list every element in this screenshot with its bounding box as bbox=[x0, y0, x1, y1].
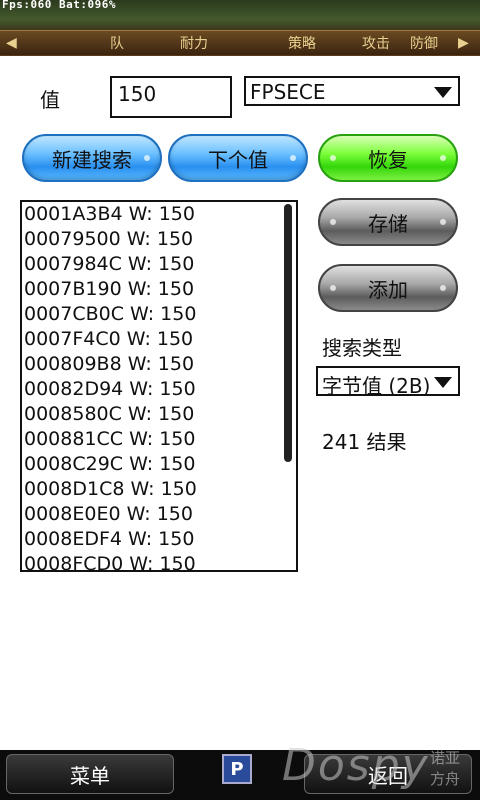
result-row[interactable]: 00082D94 W: 150 bbox=[22, 377, 296, 402]
result-row[interactable]: 000809B8 W: 150 bbox=[22, 352, 296, 377]
next-value-button[interactable]: 下个值 bbox=[168, 134, 308, 182]
result-row[interactable]: 0001A3B4 W: 150 bbox=[22, 202, 296, 227]
value-label: 值 bbox=[40, 88, 60, 112]
game-background-bar: Fps:060 Bat:096% ◀ 队 耐力 策略 攻击 防御 ▶ bbox=[0, 0, 480, 56]
game-menu-bar: ◀ 队 耐力 策略 攻击 防御 ▶ bbox=[0, 30, 480, 55]
store-button[interactable]: 存储 bbox=[318, 198, 458, 246]
result-row[interactable]: 0008EDF4 W: 150 bbox=[22, 527, 296, 552]
button-shine-icon bbox=[144, 155, 150, 161]
dropdown-arrow-icon bbox=[434, 87, 452, 98]
process-select[interactable]: FPSECE bbox=[244, 76, 460, 106]
fps-battery-readout: Fps:060 Bat:096% bbox=[2, 0, 116, 11]
next-value-label: 下个值 bbox=[208, 147, 268, 172]
button-shine-icon bbox=[330, 155, 336, 161]
button-shine-icon bbox=[290, 155, 296, 161]
menu-softkey[interactable]: 菜单 bbox=[6, 754, 174, 794]
new-search-button[interactable]: 新建搜索 bbox=[22, 134, 162, 182]
button-shine-icon bbox=[440, 155, 446, 161]
result-row[interactable]: 0007B190 W: 150 bbox=[22, 277, 296, 302]
right-arrow-icon[interactable]: ▶ bbox=[458, 35, 469, 51]
game-menu-item-defense[interactable]: 防御 bbox=[410, 33, 438, 53]
result-row[interactable]: 0007CB0C W: 150 bbox=[22, 302, 296, 327]
game-menu-item-stamina[interactable]: 耐力 bbox=[180, 33, 208, 53]
result-row[interactable]: 0008D1C8 W: 150 bbox=[22, 477, 296, 502]
watermark-line-1: 诺亚 bbox=[430, 749, 461, 767]
watermark-subtitle: 诺亚 方舟 bbox=[430, 748, 460, 790]
results-list[interactable]: 0001A3B4 W: 150 00079500 W: 150 0007984C W… bbox=[20, 200, 298, 572]
search-type-value: 字节值 (2B) bbox=[322, 374, 431, 398]
button-shine-icon bbox=[440, 285, 446, 291]
restore-label: 恢复 bbox=[368, 147, 408, 172]
process-select-value: FPSECE bbox=[250, 80, 326, 104]
result-row[interactable]: 0008FCD0 W: 150 bbox=[22, 552, 296, 570]
add-label: 添加 bbox=[368, 277, 408, 302]
result-row[interactable]: 0008580C W: 150 bbox=[22, 402, 296, 427]
add-button[interactable]: 添加 bbox=[318, 264, 458, 312]
value-input[interactable]: 150 bbox=[110, 76, 232, 118]
left-arrow-icon[interactable]: ◀ bbox=[6, 35, 17, 51]
app-p-icon[interactable]: P bbox=[222, 754, 252, 784]
store-label: 存储 bbox=[368, 211, 408, 236]
game-menu-item-team[interactable]: 队 bbox=[110, 33, 124, 53]
result-row[interactable]: 0008E0E0 W: 150 bbox=[22, 502, 296, 527]
search-type-select[interactable]: 字节值 (2B) bbox=[316, 366, 460, 398]
button-shine-icon bbox=[330, 219, 336, 225]
new-search-label: 新建搜索 bbox=[52, 147, 132, 172]
watermark-line-2: 方舟 bbox=[430, 770, 461, 788]
result-row[interactable]: 000881CC W: 150 bbox=[22, 427, 296, 452]
button-shine-icon bbox=[330, 285, 336, 291]
result-count: 241 结果 bbox=[322, 430, 407, 454]
result-row[interactable]: 0008C29C W: 150 bbox=[22, 452, 296, 477]
dropdown-arrow-icon bbox=[434, 377, 452, 388]
search-type-label: 搜索类型 bbox=[322, 336, 402, 360]
restore-button[interactable]: 恢复 bbox=[318, 134, 458, 182]
button-shine-icon bbox=[440, 219, 446, 225]
dospy-watermark: Dospy bbox=[282, 740, 430, 791]
result-row[interactable]: 0007984C W: 150 bbox=[22, 252, 296, 277]
result-row[interactable]: 0007F4C0 W: 150 bbox=[22, 327, 296, 352]
game-menu-item-strategy[interactable]: 策略 bbox=[288, 33, 316, 53]
memory-search-panel: 值 150 FPSECE 新建搜索 下个值 恢复 0001A3B4 W: 150… bbox=[0, 56, 480, 750]
result-row[interactable]: 00079500 W: 150 bbox=[22, 227, 296, 252]
results-scrollbar[interactable] bbox=[284, 204, 292, 462]
game-menu-item-attack[interactable]: 攻击 bbox=[362, 33, 390, 53]
